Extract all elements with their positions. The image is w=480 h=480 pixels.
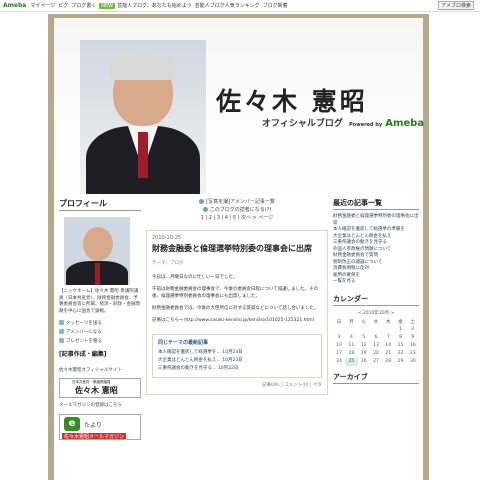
mailmag-subtitle: 佐々木憲昭メールマガジン (62, 433, 127, 440)
e-logo-icon: e (64, 417, 80, 431)
official-site-label: 佐々木憲昭オフィシャルサイト (59, 368, 122, 373)
calendar-table: 日月火水木金土 12 3456789 10 11 12 13 14 15 16 17 18 19… (336, 319, 416, 366)
topbar-promo-3[interactable]: ブログ新着 (263, 2, 288, 9)
official-site-banner[interactable]: 日本共産党・衆議院議員 佐々木 憲昭 (59, 378, 141, 398)
topbar-promo-1[interactable]: 芸能人ブログ、あなたも始めよう (117, 2, 192, 9)
edit-articles-link[interactable]: [記事作成・編集] (59, 349, 141, 358)
subtitle-text: オフィシャルブログ (262, 119, 343, 129)
subscribe-link[interactable]: このブログの読者になる(?) (146, 206, 328, 214)
post-date: 2010-10-25 (152, 235, 182, 241)
new-badge: NEW (99, 2, 116, 9)
ameba-search-button[interactable]: アメブロ検索 (438, 1, 474, 10)
same-theme-item[interactable]: 三重県議会の動きを見守る… 10月22日 (158, 365, 316, 373)
mail-icon (59, 320, 64, 325)
post-paragraph: 午前は財務金融委員会の理事会で、今後の委員会日程について協議しました。その後、倫… (152, 287, 319, 299)
ameba-logo[interactable]: Ameba (3, 2, 26, 9)
recent-articles-heading: 最近の記事一覧 (333, 198, 419, 210)
post-paragraph: 財務金融委員会では、今後の大臣所信に対する質疑などについて話し合いました。 (152, 306, 319, 311)
reader-icon (202, 207, 208, 212)
topbar-link-pigg[interactable]: ピグ (58, 2, 68, 9)
same-theme-header: 同じテーマの最新記事 (158, 340, 209, 346)
left-sidebar: プロフィール 【ニックネーム】佐々木 憲昭 衆議院議員（日本共産党）。財務金融委… (59, 198, 141, 440)
topbar-promo-2[interactable]: 芸能人ブログ人気ランキング (195, 2, 260, 9)
recent-list-link[interactable]: 一覧を見る (333, 279, 419, 286)
archive-heading: アーカイブ (333, 372, 419, 384)
topbar-link-mypage[interactable]: マイページ (30, 2, 55, 9)
recent-article[interactable]: 財務金融委と倫理選挙特別委の理事会に出席 (333, 214, 419, 227)
banner-name: 佐々木 憲昭 (75, 386, 118, 395)
main-column: [写真を撮]アメンバー記事一覧 このブログの読者になる(?) 1 | 2 | 3… (146, 198, 328, 395)
gift-icon (59, 338, 64, 343)
ameba-brand: Ameba (385, 118, 425, 129)
profile-heading: プロフィール (59, 198, 141, 211)
post-paragraph: 今日は、月曜日なのに忙しい一日でした。 (152, 275, 238, 280)
person-icon (59, 329, 64, 334)
send-message-link[interactable]: メッセージを送る (59, 319, 141, 328)
calendar: < 2010年10月 > 日月火水木金土 12 3456789 10 11 12 13… (333, 310, 419, 366)
post-link[interactable]: 記事はこちら→ http://www.sasaki-kensho.jp/kens… (152, 317, 322, 324)
profile-text: 【ニックネーム】佐々木 憲昭 衆議院議員（日本共産党）。財務金融委員会、予算委員… (59, 289, 140, 314)
profile-photo[interactable] (64, 217, 130, 285)
lock-icon (199, 199, 205, 204)
topbar-link-write[interactable]: ブログ書く (71, 2, 96, 9)
mailmag-banner[interactable]: e たより 佐々木憲昭メールマガジン (59, 414, 141, 440)
blog-subtitle: オフィシャルブログ Powered by Ameba (262, 116, 424, 129)
post-body: 今日は、月曜日なのに忙しい一日でした。 午前は財務金融委員会の理事会で、今後の委… (152, 274, 322, 324)
right-sidebar: 最近の記事一覧 財務金融委と倫理選挙特別委の理事会に出席 本人確認を徹底して総選… (333, 198, 419, 388)
same-theme-item[interactable]: 本人確認を徹底して総選挙を… 10月24日 (158, 349, 316, 357)
amember-link[interactable]: アメンバーになる (59, 328, 141, 337)
blog-post: 2010-10-25 財務金融委と倫理選挙特別委の理事会に出席 テーマ：ブログ … (146, 230, 328, 395)
same-theme-box: 同じテーマの最新記事 本人確認を徹底して総選挙を… 10月24日 大企業はどんど… (152, 334, 322, 378)
post-title[interactable]: 財務金融委と倫理選挙特別委の理事会に出席 (152, 243, 322, 254)
powered-by-text: Powered by (348, 122, 383, 128)
post-meta[interactable]: 記事URL | コメント(0) | ペタ (152, 382, 322, 388)
calendar-heading: カレンダー (333, 294, 419, 306)
header-portrait (80, 40, 206, 194)
pager[interactable]: 1 | 2 | 3 | 4 | 5 | 次へ > ページ (146, 214, 328, 222)
mailmag-label: メールマガジンの登録はこちら (59, 403, 122, 408)
blog-title[interactable]: 佐々木 憲昭 (216, 82, 368, 118)
ameba-topbar: Ameba マイページ ピグ ブログ書く NEW 芸能人ブログ、あなたも始めよう… (0, 0, 480, 12)
present-link[interactable]: プレゼントを贈る (59, 337, 141, 346)
post-theme[interactable]: テーマ：ブログ (152, 260, 322, 266)
same-theme-item[interactable]: 大企業はどんどん税金を払え… 10月23日 (158, 357, 316, 365)
mailmag-title: たより (84, 422, 102, 429)
amember-list-link[interactable]: [写真を撮]アメンバー記事一覧 (146, 198, 328, 206)
calendar-month[interactable]: < 2010年10月 > (333, 310, 419, 316)
